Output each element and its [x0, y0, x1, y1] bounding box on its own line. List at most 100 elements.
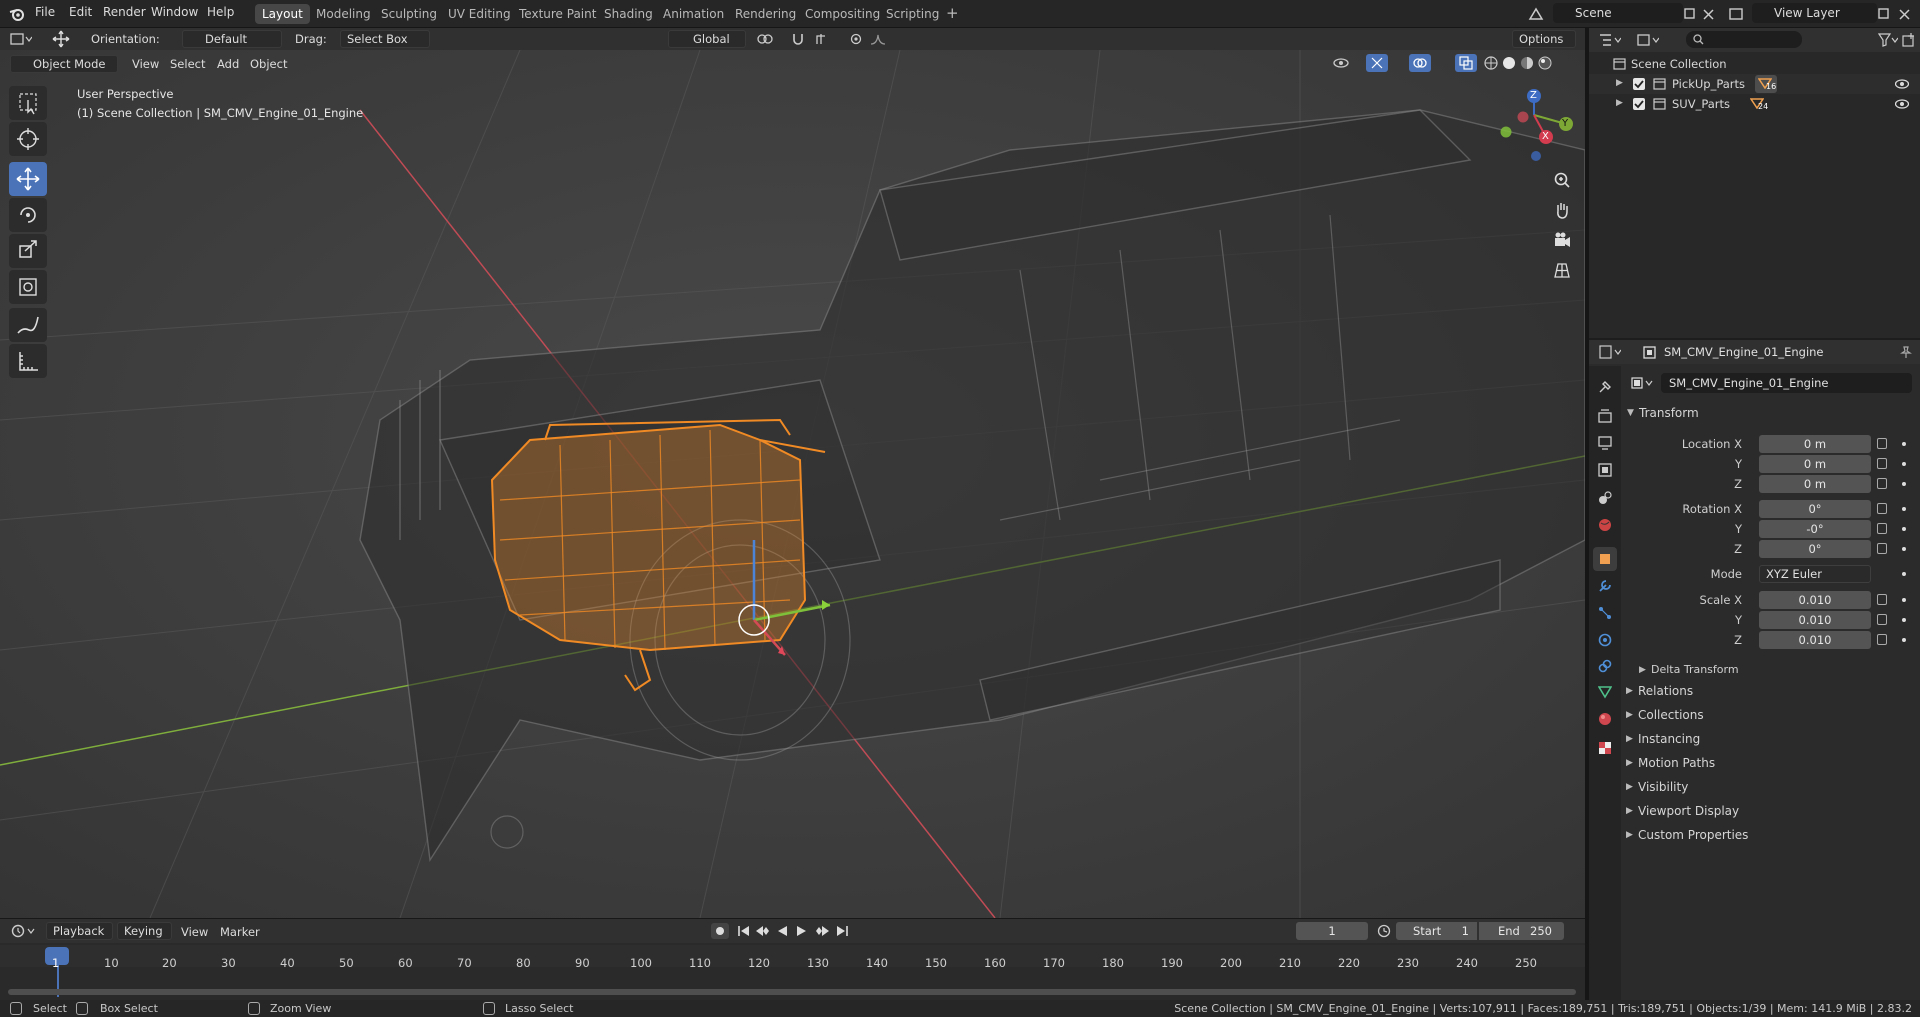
tab-material-icon[interactable]: [1593, 707, 1617, 731]
current-frame-field[interactable]: 1: [1296, 922, 1368, 940]
tool-select-box[interactable]: [9, 86, 47, 120]
camera-view-icon[interactable]: [1549, 227, 1575, 253]
jump-keyframe-back-icon[interactable]: [755, 923, 771, 939]
lock-icon[interactable]: [1877, 543, 1887, 554]
expand-arrow-icon[interactable]: ▶: [1616, 98, 1623, 108]
outliner-row-pickup-parts[interactable]: ▶ PickUp_Parts 16: [1589, 74, 1920, 94]
scale-z-field[interactable]: 0.010: [1759, 631, 1871, 649]
timeline-view-menu[interactable]: View: [181, 925, 208, 939]
zoom-view-icon[interactable]: [1549, 167, 1575, 193]
jump-keyframe-forward-icon[interactable]: [814, 923, 830, 939]
tab-physics-icon[interactable]: [1593, 628, 1617, 652]
delta-transform-expand-icon[interactable]: ▶: [1639, 665, 1646, 675]
tool-scale[interactable]: [9, 234, 47, 268]
menu-window[interactable]: Window: [151, 5, 198, 19]
menu-file[interactable]: File: [35, 5, 55, 19]
scale-y-field[interactable]: 0.010: [1759, 611, 1871, 629]
end-frame-field[interactable]: End 250: [1479, 922, 1564, 940]
tab-compositing[interactable]: Compositing: [798, 4, 887, 24]
rotation-z-field[interactable]: 0°: [1759, 540, 1871, 558]
menu-help[interactable]: Help: [207, 5, 234, 19]
rotation-mode-dropdown[interactable]: XYZ Euler: [1759, 565, 1871, 583]
area-divider[interactable]: [1585, 28, 1589, 1000]
keyframe-dot-icon[interactable]: [1902, 547, 1906, 551]
object-browse-icon[interactable]: [1629, 374, 1657, 392]
falloff-icon[interactable]: [868, 31, 894, 47]
tab-texture-icon[interactable]: [1593, 736, 1617, 760]
viewport-menu-object[interactable]: Object: [250, 57, 287, 71]
expand-arrow-icon[interactable]: ▶: [1616, 78, 1623, 88]
panel-expand-icon[interactable]: ▶: [1626, 710, 1633, 720]
lock-icon[interactable]: [1877, 614, 1887, 625]
panel-expand-icon[interactable]: ▶: [1626, 686, 1633, 696]
scene-field[interactable]: Scene: [1553, 3, 1683, 23]
panel-expand-icon[interactable]: ▶: [1626, 758, 1633, 768]
jump-end-icon[interactable]: [834, 923, 850, 939]
panel-motion-paths[interactable]: Motion Paths: [1638, 756, 1715, 770]
tab-uv-editing[interactable]: UV Editing: [441, 4, 518, 24]
mesh-children-badge[interactable]: 16: [1755, 75, 1777, 93]
pan-view-icon[interactable]: [1549, 197, 1575, 223]
record-button[interactable]: [711, 923, 729, 939]
pivot-point-icon[interactable]: [754, 31, 776, 47]
tab-animation[interactable]: Animation: [656, 4, 731, 24]
tool-annotate[interactable]: [9, 308, 47, 342]
keyframe-dot-icon[interactable]: [1902, 572, 1906, 576]
tab-object-icon[interactable]: [1593, 547, 1617, 571]
tab-layout[interactable]: Layout: [255, 4, 310, 24]
panel-expand-icon[interactable]: ▶: [1626, 806, 1633, 816]
delete-view-layer-icon[interactable]: [1896, 6, 1912, 22]
lock-icon[interactable]: [1877, 523, 1887, 534]
outliner-row-suv-parts[interactable]: ▶ SUV_Parts 24: [1589, 94, 1920, 114]
tool-rotate[interactable]: [9, 198, 47, 232]
panel-expand-icon[interactable]: ▶: [1626, 734, 1633, 744]
viewport-menu-select[interactable]: Select: [170, 57, 205, 71]
options-dropdown[interactable]: Options: [1512, 30, 1576, 48]
panel-relations[interactable]: Relations: [1638, 684, 1693, 698]
keyframe-dot-icon[interactable]: [1902, 618, 1906, 622]
outliner-row-scene-collection[interactable]: Scene Collection: [1589, 54, 1920, 74]
delta-transform-subpanel[interactable]: Delta Transform: [1651, 663, 1739, 676]
filter-icon[interactable]: [1876, 31, 1900, 49]
lock-icon[interactable]: [1877, 634, 1887, 645]
keying-menu[interactable]: Keying: [117, 922, 172, 940]
visibility-filter-icon[interactable]: [1330, 54, 1356, 72]
pin-icon[interactable]: [1898, 344, 1914, 360]
rotation-y-field[interactable]: -0°: [1759, 520, 1871, 538]
orientation-dropdown[interactable]: Default: [182, 30, 282, 48]
drag-dropdown[interactable]: Select Box: [340, 30, 430, 48]
shading-solid-icon[interactable]: [1501, 55, 1517, 71]
tool-transform[interactable]: [9, 270, 47, 304]
keyframe-dot-icon[interactable]: [1902, 462, 1906, 466]
tab-constraints-icon[interactable]: [1593, 654, 1617, 678]
jump-start-icon[interactable]: [736, 923, 752, 939]
panel-expand-icon[interactable]: ▶: [1626, 782, 1633, 792]
tool-measure[interactable]: [9, 344, 47, 378]
xray-toggle-icon[interactable]: [1455, 54, 1477, 72]
new-scene-icon[interactable]: [1682, 6, 1698, 22]
tab-output-icon[interactable]: [1593, 431, 1617, 455]
menu-edit[interactable]: Edit: [69, 5, 92, 19]
tab-data-icon[interactable]: [1593, 680, 1617, 704]
visibility-eye-icon[interactable]: [1894, 77, 1910, 91]
snap-icon[interactable]: [788, 31, 808, 47]
menu-render[interactable]: Render: [103, 5, 146, 19]
gizmo-toggle-icon[interactable]: [1366, 54, 1388, 72]
tab-sculpting[interactable]: Sculpting: [374, 4, 444, 24]
keyframe-dot-icon[interactable]: [1902, 442, 1906, 446]
shading-wireframe-icon[interactable]: [1483, 55, 1499, 71]
shading-material-icon[interactable]: [1519, 55, 1535, 71]
tool-move[interactable]: [9, 162, 47, 196]
keyframe-dot-icon[interactable]: [1902, 638, 1906, 642]
transform-orientation-dropdown[interactable]: Global: [668, 30, 746, 48]
orthographic-toggle-icon[interactable]: [1549, 257, 1575, 283]
panel-custom-properties[interactable]: Custom Properties: [1638, 828, 1748, 842]
timeline-editor-type-icon[interactable]: [8, 922, 38, 940]
location-x-field[interactable]: 0 m: [1759, 435, 1871, 453]
delete-scene-icon[interactable]: [1700, 6, 1716, 22]
tab-render-icon[interactable]: [1593, 404, 1617, 428]
object-name-field[interactable]: SM_CMV_Engine_01_Engine: [1661, 373, 1912, 393]
panel-instancing[interactable]: Instancing: [1638, 732, 1700, 746]
lock-icon[interactable]: [1877, 478, 1887, 489]
properties-editor-type-icon[interactable]: [1597, 343, 1623, 361]
